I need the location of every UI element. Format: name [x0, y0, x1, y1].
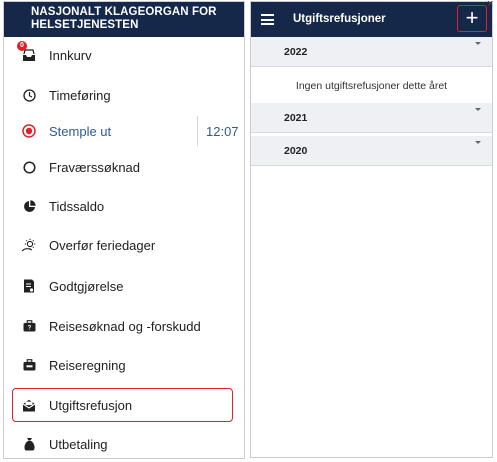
menu-item-fravaerssoknad[interactable]: Fraværssøknad — [4, 152, 244, 182]
menu-item-reiseregning[interactable]: Reiseregning — [4, 350, 244, 380]
menu-label: Stemple ut — [49, 123, 112, 139]
menu-item-overfor-feriedager[interactable]: Overfør feriedager — [4, 230, 244, 260]
nav-panel: NASJONALT KLAGEORGAN FOR HELSETJENESTEN … — [3, 1, 245, 459]
inbox-badge: 0 — [17, 41, 27, 51]
caret-down-icon — [475, 108, 481, 111]
org-header: NASJONALT KLAGEORGAN FOR HELSETJENESTEN — [4, 2, 244, 37]
menu-label: Reiseregning — [49, 357, 126, 373]
selection-highlight — [12, 388, 233, 422]
app-bar: Utgiftsrefusjoner + — [251, 2, 492, 37]
menu-label: Overfør feriedager — [49, 237, 156, 253]
menu-label: Godtgjørelse — [49, 278, 124, 294]
menu-label: Tidssaldo — [49, 198, 105, 214]
svg-text:?: ? — [27, 326, 31, 332]
inbox-icon: 0 — [17, 41, 37, 63]
menu-item-tidssaldo[interactable]: Tidssaldo — [4, 191, 244, 221]
menu-item-utbetaling[interactable]: Utbetaling — [4, 429, 244, 458]
pie-chart-icon — [21, 198, 37, 214]
caret-up-icon — [475, 42, 481, 45]
menu-label: Timeføring — [49, 87, 111, 103]
empty-state-text: Ingen utgiftsrefusjoner dette året — [295, 80, 448, 92]
menu-label: Reisesøknad og -forskudd — [49, 318, 201, 334]
sun-icon — [21, 237, 37, 253]
org-name-line2: HELSETJENESTEN — [31, 19, 139, 31]
hamburger-menu-icon[interactable] — [261, 14, 274, 25]
stamp-time: 12:07 — [206, 123, 239, 139]
money-bag-icon — [21, 436, 37, 452]
clock-icon — [21, 87, 37, 103]
receipt-icon — [21, 278, 37, 294]
page-title: Utgiftsrefusjoner — [293, 13, 386, 25]
add-button[interactable]: + — [457, 5, 487, 32]
year-label: 2020 — [284, 145, 308, 157]
divider — [197, 116, 198, 146]
menu-item-innkurv[interactable]: 0 Innkurv — [4, 40, 244, 70]
org-name-line1: NASJONALT KLAGEORGAN FOR — [31, 6, 217, 18]
suitcase-icon — [21, 357, 37, 373]
year-row-2020[interactable]: 2020 — [251, 136, 492, 166]
menu-item-reisesoknad[interactable]: ? Reisesøknad og -forskudd — [4, 311, 244, 341]
menu-label: Innkurv — [49, 47, 92, 63]
caret-down-icon — [475, 141, 481, 144]
year-row-2021[interactable]: 2021 — [251, 103, 492, 133]
menu-item-timeforing[interactable]: Timeføring — [4, 80, 244, 110]
close-icon[interactable]: × — [487, 0, 493, 10]
menu-item-stemple-ut[interactable]: Stemple ut 12:07 — [4, 116, 244, 146]
year-label: 2021 — [284, 112, 308, 124]
briefcase-icon: ? — [21, 318, 37, 334]
year-label: 2022 — [284, 46, 308, 58]
circle-icon — [21, 159, 37, 175]
expense-refund-panel: Utgiftsrefusjoner + 2022 Ingen utgiftsre… — [250, 1, 493, 458]
menu-label: Fraværssøknad — [49, 159, 141, 175]
year-row-2022[interactable]: 2022 — [251, 37, 492, 67]
menu-item-godtgjorelse[interactable]: Godtgjørelse — [4, 271, 244, 301]
menu-label: Utbetaling — [49, 436, 108, 452]
stop-record-icon — [21, 123, 37, 139]
